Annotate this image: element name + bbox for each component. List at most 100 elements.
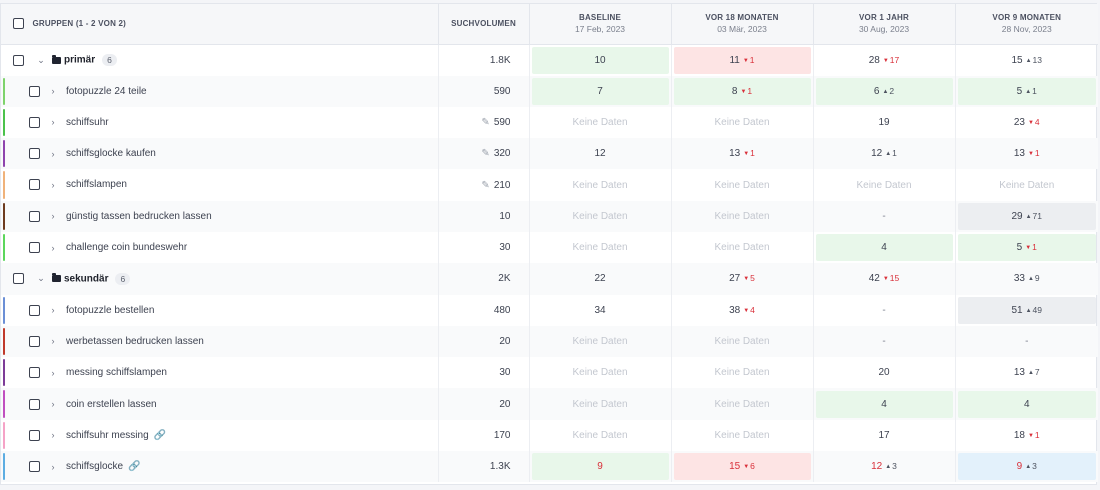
rank-cell[interactable]: 22: [532, 265, 669, 292]
rank-cell[interactable]: 51 ▲49: [957, 296, 1096, 324]
rank-cell[interactable]: 13 ▲7: [958, 359, 1097, 386]
row-checkbox[interactable]: [29, 304, 40, 316]
chevron-right-icon[interactable]: ›: [46, 243, 60, 253]
rank-cell[interactable]: 23 ▼4: [958, 109, 1097, 136]
rank-cell[interactable]: Keine Daten: [674, 422, 811, 449]
rank-cell[interactable]: 6 ▲2: [815, 77, 953, 105]
keyword-row[interactable]: › schiffsglocke 🔗 1.3K 9 15 ▼6 12 ▲3 9 ▲3: [1, 451, 1098, 483]
pencil-icon[interactable]: ✎: [481, 180, 489, 191]
rank-cell[interactable]: 9: [531, 453, 669, 481]
rank-cell[interactable]: -: [816, 297, 953, 324]
rank-cell[interactable]: 19: [816, 109, 953, 136]
keyword-name[interactable]: schiffsuhr: [66, 117, 109, 128]
rank-cell[interactable]: 27 ▼5: [674, 265, 811, 292]
rank-cell[interactable]: Keine Daten: [532, 359, 669, 386]
chevron-down-icon[interactable]: ⌄: [34, 55, 48, 66]
select-all-checkbox[interactable]: [13, 18, 24, 30]
pencil-icon[interactable]: ✎: [481, 148, 489, 159]
rank-cell[interactable]: 5 ▲1: [957, 77, 1096, 105]
keyword-name[interactable]: messing schiffslampen: [66, 367, 167, 378]
keyword-name[interactable]: fotopuzzle 24 teile: [66, 86, 147, 97]
row-checkbox[interactable]: [29, 461, 40, 473]
rank-cell[interactable]: 13 ▼1: [958, 140, 1097, 167]
rank-cell[interactable]: 4: [815, 234, 953, 262]
rank-cell[interactable]: -: [958, 328, 1097, 355]
keyword-row[interactable]: › schiffsglocke kaufen ✎ 320 12 13 ▼1 12 ▲1 13 ▼1: [1, 138, 1098, 170]
rank-cell[interactable]: Keine Daten: [958, 172, 1097, 199]
rank-cell[interactable]: Keine Daten: [532, 109, 669, 136]
rank-cell[interactable]: Keine Daten: [532, 203, 669, 230]
pencil-icon[interactable]: ✎: [481, 117, 489, 128]
keyword-row[interactable]: › schiffslampen ✎ 210 Keine Daten Keine Daten…: [1, 169, 1098, 201]
rank-cell[interactable]: Keine Daten: [674, 234, 811, 261]
row-checkbox[interactable]: [29, 116, 40, 128]
keyword-name[interactable]: schiffslampen: [66, 179, 127, 190]
chevron-right-icon[interactable]: ›: [46, 336, 60, 346]
rank-cell[interactable]: Keine Daten: [532, 234, 669, 261]
period-column-header[interactable]: VOR 9 MONATEN 28 Nov, 2023: [954, 4, 1098, 45]
row-checkbox[interactable]: [29, 429, 40, 441]
keyword-row[interactable]: › fotopuzzle 24 teile 590 7 8 ▼1 6 ▲2 5 ▲1: [1, 75, 1098, 107]
rank-cell[interactable]: 11 ▼1: [673, 46, 811, 74]
keyword-row[interactable]: › fotopuzzle bestellen 480 34 38 ▼4 - 51 ▲49: [1, 294, 1098, 326]
row-checkbox[interactable]: [29, 210, 40, 222]
rank-cell[interactable]: 17: [816, 422, 953, 449]
period-column-header[interactable]: VOR 1 JAHR 30 Aug, 2023: [812, 4, 955, 45]
chevron-right-icon[interactable]: ›: [46, 462, 60, 472]
keyword-name[interactable]: günstig tassen bedrucken lassen: [66, 211, 212, 222]
row-checkbox[interactable]: [13, 54, 24, 66]
row-checkbox[interactable]: [29, 398, 40, 410]
rank-cell[interactable]: 12 ▲3: [816, 453, 953, 480]
rank-cell[interactable]: 15 ▲13: [958, 47, 1097, 74]
chevron-right-icon[interactable]: ›: [46, 117, 60, 127]
rank-cell[interactable]: 4: [957, 390, 1096, 418]
chevron-down-icon[interactable]: ⌄: [34, 273, 48, 284]
row-checkbox[interactable]: [29, 335, 40, 347]
keyword-row[interactable]: › messing schiffslampen 30 Keine Daten Keine…: [1, 357, 1098, 389]
rank-cell[interactable]: Keine Daten: [674, 391, 811, 418]
rank-cell[interactable]: -: [816, 203, 953, 230]
row-checkbox[interactable]: [29, 85, 40, 97]
rank-cell[interactable]: 42 ▼15: [816, 265, 953, 292]
rank-cell[interactable]: 15 ▼6: [673, 453, 811, 481]
rank-cell[interactable]: 13 ▼1: [674, 140, 811, 167]
chevron-right-icon[interactable]: ›: [46, 180, 60, 190]
rank-cell[interactable]: Keine Daten: [532, 422, 669, 449]
keyword-name[interactable]: coin erstellen lassen: [66, 399, 157, 410]
volume-column-header[interactable]: SUCHVOLUMEN: [437, 4, 529, 45]
period-column-header[interactable]: VOR 18 MONATEN 03 Mär, 2023: [670, 4, 813, 45]
rank-cell[interactable]: 18 ▼1: [958, 422, 1097, 449]
keyword-row[interactable]: › schiffsuhr ✎ 590 Keine Daten Keine Daten 19 2…: [1, 106, 1098, 139]
period-column-header[interactable]: BASELINE 17 Feb, 2023: [528, 4, 671, 45]
keyword-name[interactable]: werbetassen bedrucken lassen: [66, 336, 204, 347]
rank-cell[interactable]: 8 ▼1: [673, 77, 811, 105]
rank-cell[interactable]: Keine Daten: [532, 172, 669, 199]
link-icon[interactable]: 🔗: [128, 461, 140, 472]
rank-cell[interactable]: 20: [816, 359, 953, 386]
rank-cell[interactable]: 5 ▼1: [957, 234, 1096, 262]
keyword-row[interactable]: › werbetassen bedrucken lassen 20 Keine Dat…: [1, 325, 1098, 358]
row-checkbox[interactable]: [13, 273, 24, 285]
rank-cell[interactable]: Keine Daten: [674, 203, 811, 230]
row-checkbox[interactable]: [29, 148, 40, 160]
row-checkbox[interactable]: [29, 179, 40, 191]
rank-cell[interactable]: 4: [815, 390, 953, 418]
rank-cell[interactable]: 10: [531, 46, 669, 74]
rank-cell[interactable]: Keine Daten: [532, 328, 669, 355]
rank-cell[interactable]: Keine Daten: [674, 359, 811, 386]
keyword-name[interactable]: schiffsuhr messing: [66, 430, 149, 441]
rank-cell[interactable]: 12: [532, 140, 669, 167]
rank-cell[interactable]: 34: [532, 297, 669, 324]
rank-cell[interactable]: Keine Daten: [816, 172, 953, 199]
chevron-right-icon[interactable]: ›: [46, 305, 60, 315]
keyword-row[interactable]: › günstig tassen bedrucken lassen 10 Keine …: [1, 200, 1098, 232]
link-icon[interactable]: 🔗: [154, 430, 166, 441]
chevron-right-icon[interactable]: ›: [46, 149, 60, 159]
row-checkbox[interactable]: [29, 367, 40, 379]
chevron-right-icon[interactable]: ›: [46, 86, 60, 96]
keyword-row[interactable]: › schiffsuhr messing 🔗 170 Keine Daten Keine …: [1, 419, 1098, 452]
rank-cell[interactable]: 38 ▼4: [674, 297, 811, 324]
keyword-row[interactable]: › challenge coin bundeswehr 30 Keine Daten K…: [1, 231, 1098, 264]
rank-cell[interactable]: -: [816, 328, 953, 355]
rank-cell[interactable]: 12 ▲1: [816, 140, 953, 167]
